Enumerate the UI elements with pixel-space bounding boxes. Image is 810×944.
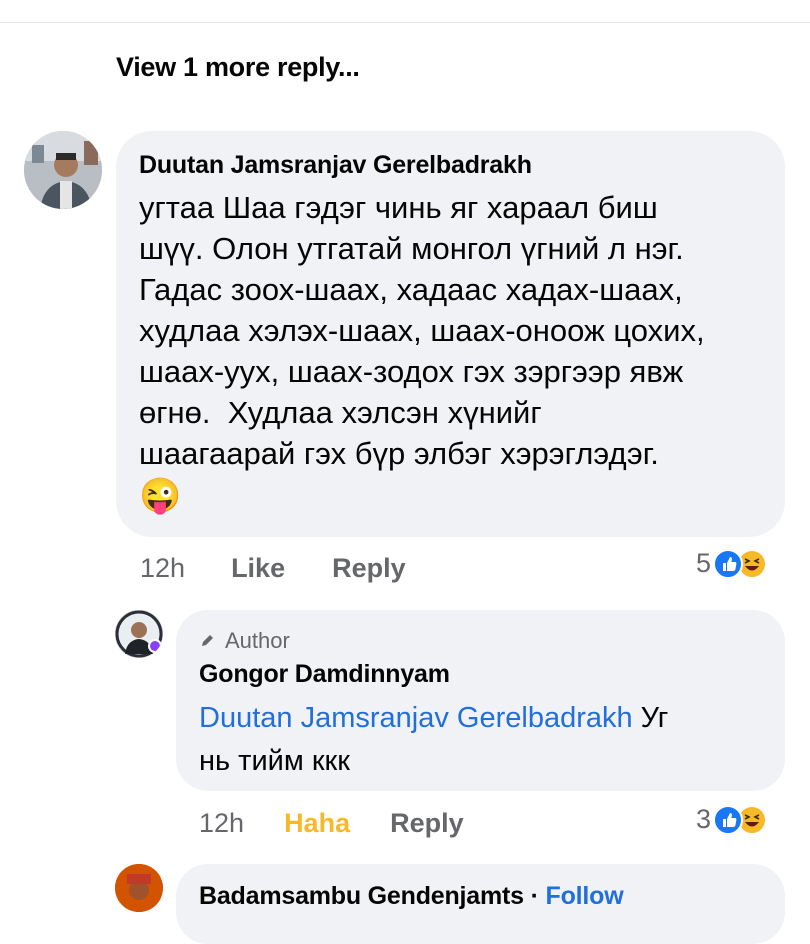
follow-button[interactable]: Follow bbox=[546, 882, 624, 910]
pencil-icon bbox=[202, 635, 213, 646]
reply-author-name[interactable]: Gongor Damdinnyam bbox=[199, 660, 450, 689]
like-button[interactable]: Like bbox=[231, 553, 285, 584]
haha-reaction-button[interactable]: Haha bbox=[284, 808, 350, 839]
reply-text-part: Уг bbox=[632, 702, 669, 734]
profile-photo-icon bbox=[115, 864, 163, 912]
reply-bubble: Badamsambu Gendenjamts · Follow bbox=[176, 864, 785, 944]
comment-text-line: шаах-уух, шаах-зодох гэх зэргээр явж bbox=[139, 354, 684, 389]
author-badge-label: Author bbox=[225, 628, 290, 653]
avatar[interactable] bbox=[24, 131, 102, 209]
reply-timestamp[interactable]: 12h bbox=[199, 808, 244, 839]
comment-text-line: Гадас зоох-шаах, хадаас хадах-шаах, bbox=[139, 272, 683, 307]
comment-author-name[interactable]: Duutan Jamsranjav Gerelbadrakh bbox=[139, 151, 532, 180]
comment-text-line: угтаа Шаа гэдэг чинь яг хараал биш bbox=[139, 190, 658, 225]
reply-text: Duutan Jamsranjav Gerelbadrakh Уг нь тий… bbox=[199, 697, 779, 783]
comment-text-line: шүү. Олон утгатай монгол үгний л нэг. bbox=[139, 231, 684, 266]
profile-photo-icon bbox=[24, 131, 102, 209]
view-more-replies-link[interactable]: View 1 more reply... bbox=[116, 52, 360, 83]
comment-text-line: шаагаарай гэх бүр элбэг хэрэглэдэг. bbox=[139, 436, 659, 471]
author-badge: Author bbox=[199, 628, 290, 654]
reaction-count: 5 bbox=[696, 548, 712, 578]
reply-text-line: нь тийм ккк bbox=[199, 745, 350, 777]
profile-photo-icon bbox=[115, 610, 163, 658]
reaction-count: 3 bbox=[696, 804, 712, 834]
comment-actions: 12h Like Reply bbox=[140, 553, 406, 584]
comment-text: угтаа Шаа гэдэг чинь яг хараал биш шүү. … bbox=[139, 187, 779, 518]
like-icon bbox=[713, 548, 744, 579]
comment-bubble: Duutan Jamsranjav Gerelbadrakh угтаа Шаа… bbox=[116, 131, 785, 537]
reply-button[interactable]: Reply bbox=[332, 553, 406, 584]
top-divider bbox=[0, 22, 810, 23]
avatar[interactable] bbox=[115, 864, 163, 912]
mention-link[interactable]: Duutan Jamsranjav Gerelbadrakh bbox=[199, 702, 633, 734]
comment-text-line: худлаа хэлэх-шаах, шаах-оноож цохих, bbox=[139, 313, 705, 348]
reaction-summary[interactable]: 5 bbox=[696, 548, 768, 579]
reply-bubble: Author Gongor Damdinnyam Duutan Jamsranj… bbox=[176, 610, 785, 791]
winking-tongue-emoji: 😜 bbox=[139, 477, 182, 515]
reply-author-name[interactable]: Badamsambu Gendenjamts bbox=[199, 882, 524, 910]
comment-timestamp[interactable]: 12h bbox=[140, 553, 185, 584]
comment-text-line: өгнө. Худлаа хэлсэн хүнийг bbox=[139, 395, 542, 430]
like-icon bbox=[713, 804, 744, 835]
avatar[interactable] bbox=[115, 610, 163, 658]
reaction-summary[interactable]: 3 bbox=[696, 804, 768, 835]
separator-dot: · bbox=[523, 882, 546, 910]
reply-button[interactable]: Reply bbox=[390, 808, 464, 839]
reply-actions: 12h Haha Reply bbox=[199, 808, 464, 839]
